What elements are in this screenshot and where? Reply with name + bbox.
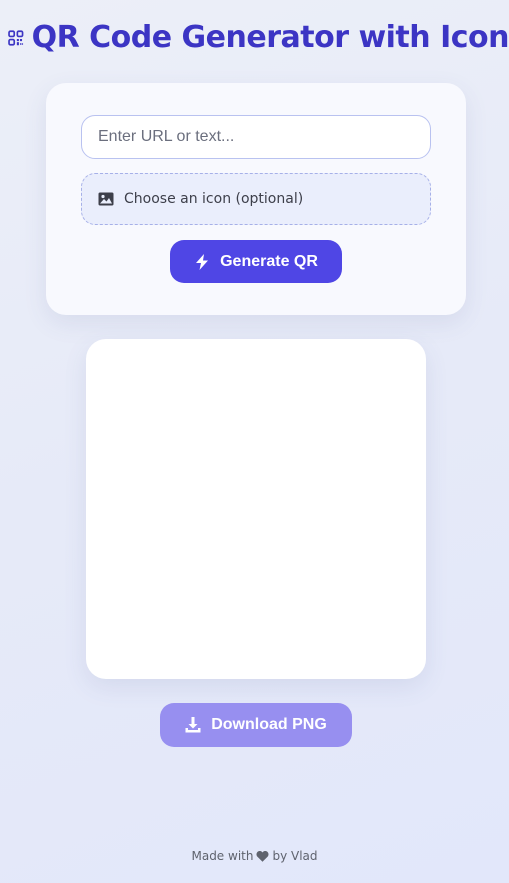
input-card: Choose an icon (optional) Generate QR: [46, 83, 466, 315]
generate-qr-button[interactable]: Generate QR: [170, 240, 342, 283]
qr-preview-area: [86, 339, 426, 679]
page-header: QR Code Generator with Icon: [0, 20, 509, 55]
image-icon: [98, 192, 114, 206]
heart-icon: [256, 850, 269, 862]
download-icon: [185, 717, 201, 733]
qrcode-icon: [8, 29, 24, 46]
footer-made-with: Made with: [191, 849, 254, 863]
footer-author: by Vlad: [272, 849, 318, 863]
page-title: QR Code Generator with Icon: [31, 20, 509, 55]
icon-picker-label: Choose an icon (optional): [124, 191, 304, 207]
bolt-icon: [196, 253, 209, 270]
footer: Made with by Vlad: [0, 849, 509, 863]
download-png-button[interactable]: Download PNG: [160, 703, 352, 747]
download-png-label: Download PNG: [211, 716, 327, 733]
generate-qr-label: Generate QR: [220, 252, 318, 270]
icon-picker-button[interactable]: Choose an icon (optional): [81, 173, 431, 225]
url-input[interactable]: [81, 115, 431, 159]
